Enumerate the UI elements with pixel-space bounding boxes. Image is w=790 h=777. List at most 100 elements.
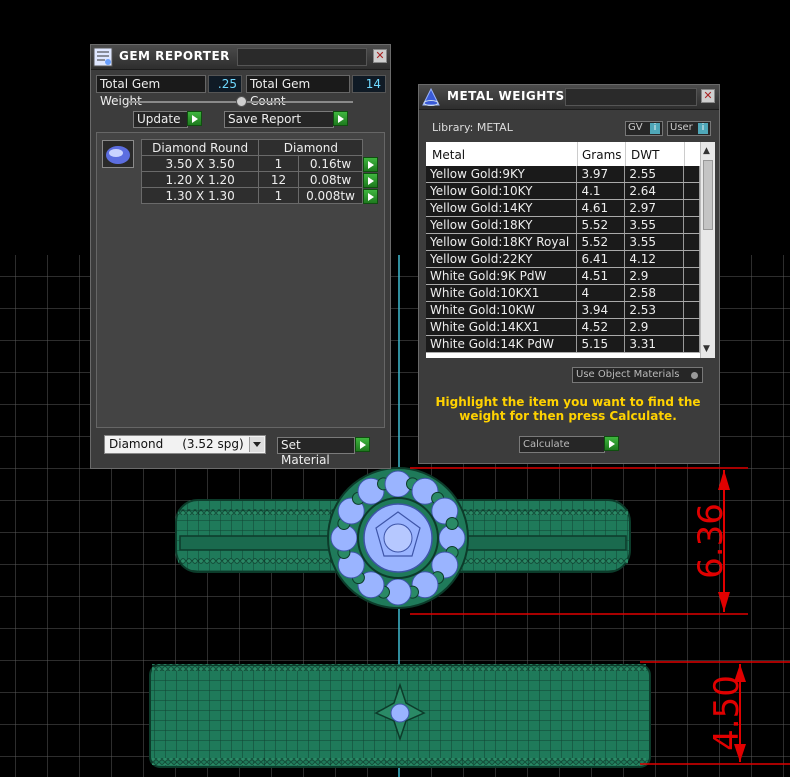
halo-prong bbox=[445, 517, 459, 531]
calculate-button[interactable]: Calculate bbox=[519, 436, 605, 453]
metal-dwt: 2.58 bbox=[624, 284, 685, 302]
metal-grams: 3.97 bbox=[576, 166, 626, 183]
table-row[interactable]: White Gold:10KX1 4 2.58 bbox=[426, 284, 700, 302]
gem-reporter-title: GEM REPORTER bbox=[119, 49, 230, 63]
metal-dwt: 2.64 bbox=[624, 182, 685, 200]
user-toggle[interactable]: User i bbox=[667, 121, 711, 136]
table-row[interactable]: White Gold:14KX1 4.52 2.9 bbox=[426, 318, 700, 336]
dimension-bottom-label: 4.50 bbox=[707, 675, 747, 751]
chevron-down-icon[interactable] bbox=[249, 437, 264, 452]
gv-info-icon[interactable]: i bbox=[650, 123, 660, 134]
metal-dwt: 3.55 bbox=[624, 216, 685, 234]
scrollbar-thumb[interactable] bbox=[703, 160, 713, 230]
metal-name: Yellow Gold:18KY Royal bbox=[426, 233, 578, 251]
metal-name: Yellow Gold:18KY bbox=[426, 216, 578, 234]
row-padding bbox=[683, 182, 700, 200]
metal-dwt: 3.31 bbox=[624, 335, 685, 353]
table-row[interactable]: Yellow Gold:22KY 6.41 4.12 bbox=[426, 250, 700, 268]
scroll-down-icon[interactable]: ▼ bbox=[703, 344, 710, 354]
row-padding bbox=[683, 301, 700, 319]
metal-name: Yellow Gold:9KY bbox=[426, 166, 578, 183]
halo-setting[interactable] bbox=[327, 467, 469, 609]
metal-dwt: 2.55 bbox=[624, 166, 685, 183]
table-row[interactable]: White Gold:9K PdW 4.51 2.9 bbox=[426, 267, 700, 285]
row-go-cell[interactable] bbox=[363, 172, 384, 188]
save-report-go-icon[interactable] bbox=[333, 111, 348, 126]
column-divider bbox=[684, 142, 685, 166]
material-select[interactable]: Diamond (3.52 spg) bbox=[104, 435, 266, 454]
metal-dwt: 2.9 bbox=[624, 267, 685, 285]
material-select-value: Diamond (3.52 spg) bbox=[109, 437, 244, 451]
header-spacer bbox=[363, 140, 384, 156]
use-object-materials-label: Use Object Materials bbox=[576, 369, 680, 380]
table-row[interactable]: 1.30 X 1.30 1 0.008tw bbox=[140, 187, 384, 204]
calculate-go-icon[interactable] bbox=[604, 436, 619, 451]
table-row[interactable]: Yellow Gold:14KY 4.61 2.97 bbox=[426, 199, 700, 217]
gem-reporter-close-button[interactable]: ✕ bbox=[373, 49, 387, 63]
metal-table: Yellow Gold:9KY 3.97 2.55 Yellow Gold:10KY 4… bbox=[426, 166, 700, 353]
metal-grams: 4.61 bbox=[576, 199, 626, 217]
row-padding bbox=[683, 216, 700, 234]
scroll-up-icon[interactable]: ▲ bbox=[703, 146, 710, 156]
metal-name: White Gold:14K PdW bbox=[426, 335, 578, 353]
column-metal[interactable]: Metal bbox=[432, 148, 465, 162]
table-row[interactable]: 3.50 X 3.50 1 0.16tw bbox=[140, 155, 384, 172]
row-padding bbox=[683, 267, 700, 285]
table-row[interactable]: White Gold:10KW 3.94 2.53 bbox=[426, 301, 700, 319]
gem-table-header: Diamond Round Diamond bbox=[140, 139, 384, 156]
gem-reporter-title-spacer bbox=[237, 48, 367, 66]
gem-reporter-titlebar[interactable]: GEM REPORTER ✕ bbox=[91, 45, 390, 70]
row-go-cell[interactable] bbox=[363, 188, 384, 204]
update-button[interactable]: Update bbox=[133, 111, 188, 128]
gem-count: 1 bbox=[258, 155, 299, 172]
row-go-icon[interactable] bbox=[363, 172, 379, 188]
metal-weights-title-spacer bbox=[565, 88, 697, 106]
metal-name: Yellow Gold:14KY bbox=[426, 199, 578, 217]
metal-dwt: 4.12 bbox=[624, 250, 685, 268]
ring-model-bottom[interactable] bbox=[149, 664, 651, 768]
gem-size: 1.30 X 1.30 bbox=[140, 187, 260, 204]
table-row[interactable]: Yellow Gold:9KY 3.97 2.55 bbox=[426, 166, 700, 183]
row-padding bbox=[683, 166, 700, 183]
metal-list-header: Metal Grams DWT bbox=[426, 142, 700, 166]
set-material-go-icon[interactable] bbox=[355, 437, 370, 452]
total-gem-weight-value: .25 bbox=[208, 75, 242, 93]
metal-grams: 4 bbox=[576, 284, 626, 302]
metal-name: Yellow Gold:22KY bbox=[426, 250, 578, 268]
gv-toggle[interactable]: GV i bbox=[625, 121, 663, 136]
table-row[interactable]: White Gold:14K PdW 5.15 3.31 bbox=[426, 335, 700, 353]
row-go-icon[interactable] bbox=[363, 188, 379, 204]
metal-weights-close-button[interactable]: ✕ bbox=[701, 89, 715, 103]
total-gem-count-label: Total Gem Count bbox=[246, 75, 350, 108]
save-report-button[interactable]: Save Report bbox=[224, 111, 334, 128]
table-row[interactable]: 1.20 X 1.20 12 0.08tw bbox=[140, 171, 384, 188]
row-go-cell[interactable] bbox=[363, 156, 384, 172]
metal-weights-window: METAL WEIGHTS ✕ Library: METAL GV i User… bbox=[418, 84, 720, 464]
set-material-button[interactable]: Set Material bbox=[277, 437, 355, 467]
table-row[interactable]: Yellow Gold:18KY 5.52 3.55 bbox=[426, 216, 700, 234]
metal-grams: 4.52 bbox=[576, 318, 626, 336]
row-padding bbox=[683, 335, 700, 353]
use-object-materials-toggle[interactable]: Use Object Materials bbox=[572, 367, 703, 383]
gem-weight: 0.08tw bbox=[297, 171, 364, 188]
vertical-scrollbar[interactable]: ▲ ▼ bbox=[700, 142, 715, 358]
gem-count: 1 bbox=[258, 187, 299, 204]
total-gem-count-value: 14 bbox=[352, 75, 386, 93]
band-stone[interactable] bbox=[390, 703, 410, 723]
gem-weight: 0.008tw bbox=[297, 187, 364, 204]
table-row[interactable]: Yellow Gold:18KY Royal 5.52 3.55 bbox=[426, 233, 700, 251]
gem-count: 12 bbox=[258, 171, 299, 188]
column-dwt[interactable]: DWT bbox=[631, 148, 659, 162]
splitter-handle[interactable] bbox=[236, 96, 247, 107]
gem-weight: 0.16tw bbox=[297, 155, 364, 172]
column-grams[interactable]: Grams bbox=[582, 148, 622, 162]
metal-weights-titlebar[interactable]: METAL WEIGHTS ✕ bbox=[419, 85, 719, 110]
gem-reporter-window: GEM REPORTER ✕ Total Gem Weight .25 Tota… bbox=[90, 44, 391, 469]
metal-list[interactable]: Metal Grams DWT Yellow Gold:9KY 3.97 2.55 Y… bbox=[426, 142, 715, 358]
row-go-icon[interactable] bbox=[363, 156, 379, 172]
user-info-icon[interactable]: i bbox=[698, 123, 708, 134]
hint-text: Highlight the item you want to find the … bbox=[435, 395, 701, 423]
table-row[interactable]: Yellow Gold:10KY 4.1 2.64 bbox=[426, 182, 700, 200]
metal-weight-icon bbox=[421, 87, 441, 107]
update-go-icon[interactable] bbox=[187, 111, 202, 126]
